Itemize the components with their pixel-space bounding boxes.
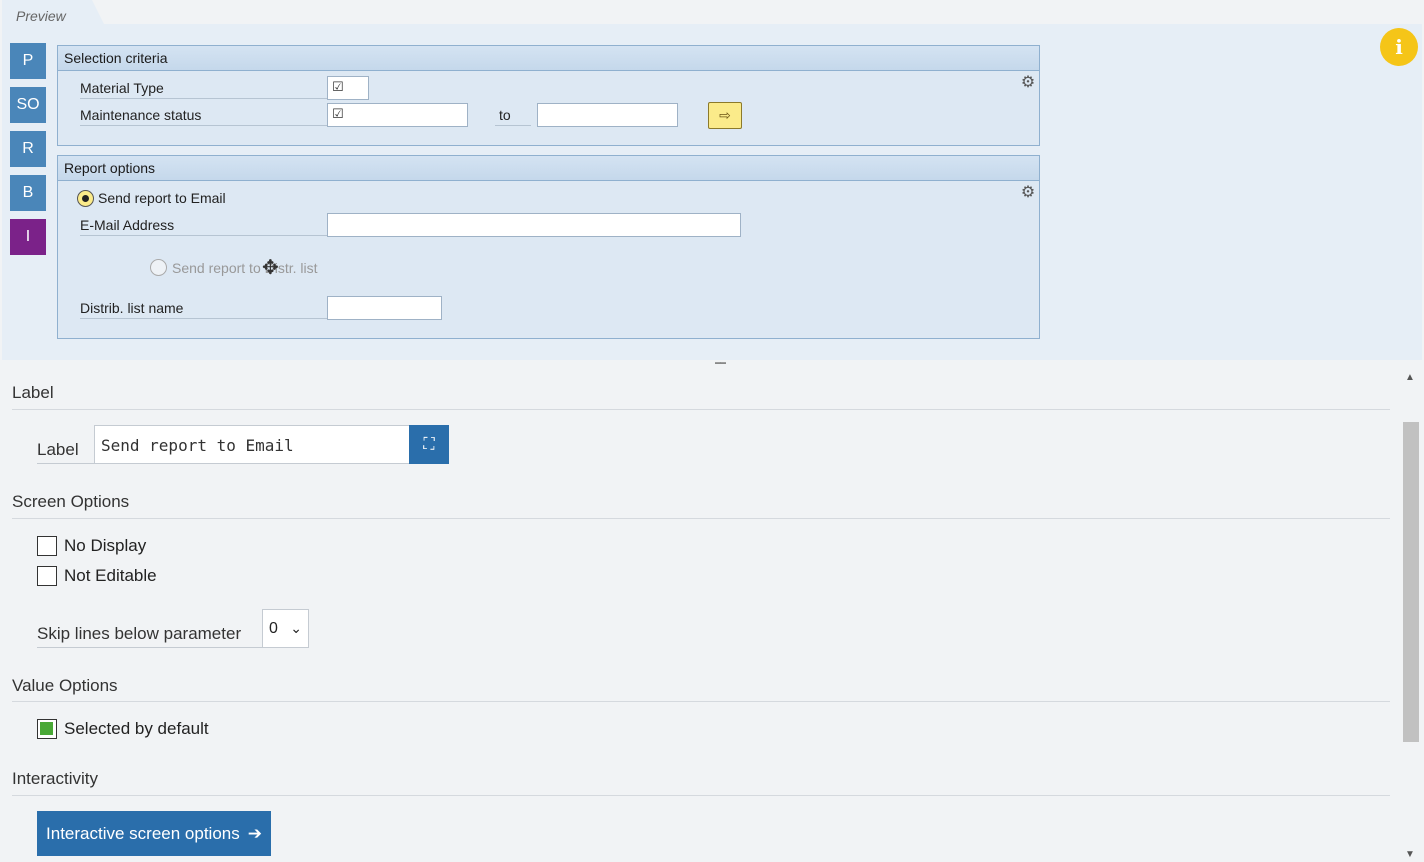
no-display-checkbox[interactable] bbox=[37, 536, 57, 556]
to-label: to bbox=[495, 104, 531, 126]
maintenance-status-to-input[interactable] bbox=[537, 103, 678, 127]
preview-tab[interactable]: Preview bbox=[2, 0, 106, 28]
material-type-label: Material Type bbox=[80, 77, 328, 99]
move-cursor-icon: ✥ bbox=[262, 257, 279, 279]
multiple-selection-button[interactable]: ⇨ bbox=[708, 102, 742, 129]
skip-lines-value: 0 bbox=[269, 620, 278, 637]
interactive-screen-options-label: Interactive screen options bbox=[46, 823, 240, 843]
interactive-screen-options-button[interactable]: Interactive screen options ➔ bbox=[37, 811, 271, 856]
distrib-list-name-input[interactable] bbox=[327, 296, 442, 320]
label-section-title: Label bbox=[12, 383, 54, 402]
not-editable-label: Not Editable bbox=[64, 566, 157, 585]
maintenance-status-from-input[interactable]: ☑ bbox=[327, 103, 468, 127]
scroll-up-icon[interactable]: ▲ bbox=[1405, 372, 1415, 383]
divider bbox=[12, 795, 1390, 796]
selection-criteria-title: Selection criteria bbox=[58, 46, 1039, 71]
material-type-input[interactable]: ☑ bbox=[327, 76, 369, 100]
label-input[interactable]: Send report to Email bbox=[94, 425, 410, 464]
interactivity-title: Interactivity bbox=[12, 769, 98, 788]
send-email-radio[interactable] bbox=[77, 190, 94, 207]
report-options-group: Report options ⚙ Send report to Email E-… bbox=[57, 155, 1040, 339]
scrollbar-thumb[interactable] bbox=[1403, 422, 1419, 742]
splitter-handle[interactable]: ▬▬ bbox=[710, 360, 730, 366]
selected-by-default-checkbox[interactable] bbox=[37, 719, 57, 739]
sidenav-item-b[interactable]: B bbox=[10, 175, 46, 211]
selection-criteria-group: Selection criteria ⚙ Material Type ☑ Mai… bbox=[57, 45, 1040, 146]
gear-icon[interactable]: ⚙ bbox=[1020, 75, 1036, 91]
expand-button[interactable]: ⛶ bbox=[409, 425, 449, 464]
label-caption: Label bbox=[37, 438, 95, 464]
not-editable-checkbox[interactable] bbox=[37, 566, 57, 586]
skip-lines-label: Skip lines below parameter bbox=[37, 622, 262, 648]
selected-by-default-label: Selected by default bbox=[64, 719, 209, 738]
gear-icon[interactable]: ⚙ bbox=[1020, 185, 1036, 201]
sidenav-item-p[interactable]: P bbox=[10, 43, 46, 79]
sidenav-item-r[interactable]: R bbox=[10, 131, 46, 167]
checkmark-icon: ☑ bbox=[332, 79, 344, 94]
scroll-down-icon[interactable]: ▼ bbox=[1405, 849, 1415, 860]
sidenav-item-i[interactable]: I bbox=[10, 219, 46, 255]
divider bbox=[12, 518, 1390, 519]
skip-lines-select[interactable]: 0 ⌄ bbox=[262, 609, 309, 648]
preview-tab-label: Preview bbox=[16, 8, 66, 24]
maintenance-status-label: Maintenance status bbox=[80, 104, 328, 126]
screen-options-title: Screen Options bbox=[12, 492, 130, 511]
send-email-label: Send report to Email bbox=[98, 190, 226, 206]
sidenav-item-so[interactable]: SO bbox=[10, 87, 46, 123]
value-options-title: Value Options bbox=[12, 676, 118, 695]
checkmark-icon: ☑ bbox=[332, 106, 344, 121]
divider bbox=[12, 701, 1390, 702]
arrow-right-icon: ➔ bbox=[247, 823, 262, 843]
email-address-input[interactable] bbox=[327, 213, 741, 237]
send-distr-label: Send report to Distr. list bbox=[172, 260, 318, 276]
divider bbox=[12, 409, 1390, 410]
chevron-down-icon: ⌄ bbox=[290, 620, 302, 636]
no-display-label: No Display bbox=[64, 536, 147, 555]
email-address-label: E-Mail Address bbox=[80, 214, 328, 236]
expand-icon: ⛶ bbox=[423, 435, 435, 453]
distrib-list-name-label: Distrib. list name bbox=[80, 297, 328, 319]
info-icon[interactable]: i bbox=[1380, 28, 1418, 66]
arrow-right-icon: ⇨ bbox=[719, 107, 731, 123]
report-options-title: Report options bbox=[58, 156, 1039, 181]
send-distr-radio[interactable] bbox=[150, 259, 167, 276]
